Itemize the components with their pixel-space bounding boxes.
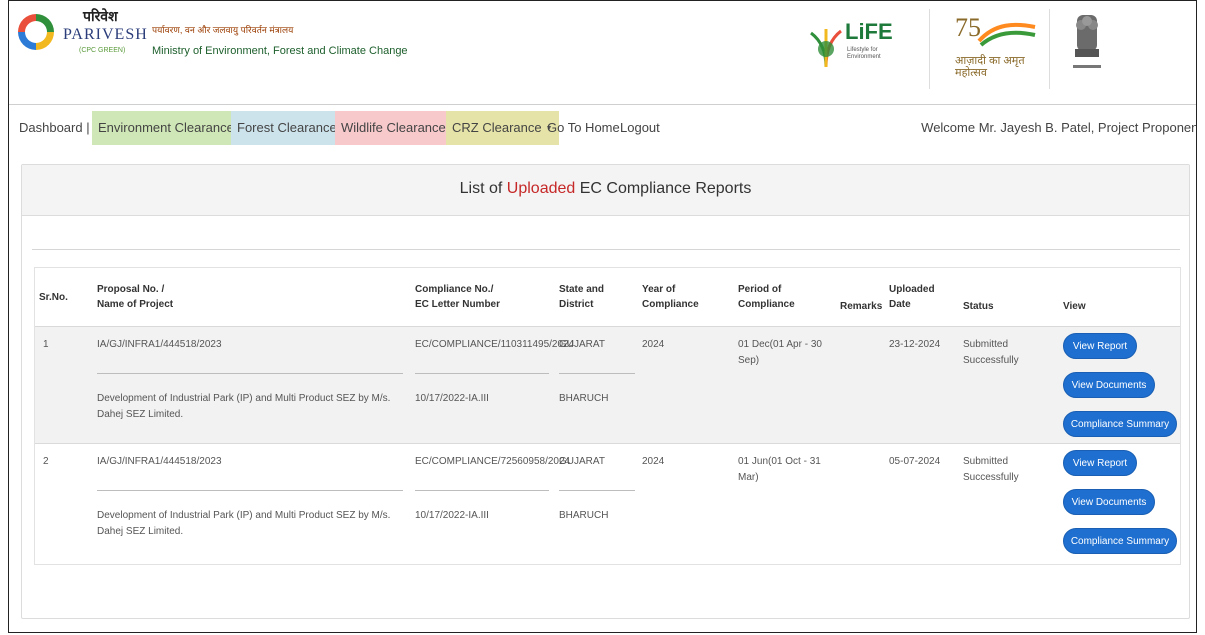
- site-header: परिवेश PARIVESH (CPC GREEN) पर्यावरण, वन…: [9, 1, 1196, 105]
- table-row: 2 IA/GJ/INFRA1/444518/2023 Development o…: [35, 444, 1180, 560]
- header-uploaded-date: Uploaded Date: [889, 284, 935, 310]
- nav-environment-clearance[interactable]: Environment Clearance▼: [92, 111, 251, 145]
- cell-srno: 1: [43, 339, 49, 350]
- cell-district: BHARUCH: [559, 393, 609, 404]
- header-proposal: Proposal No. / Name of Project: [97, 284, 174, 310]
- cell-proposal-no: IA/GJ/INFRA1/444518/2023: [97, 456, 222, 467]
- nav-go-to-home[interactable]: Go To Home: [547, 111, 620, 145]
- cell-uploaded-date: 23-12-2024: [889, 339, 941, 350]
- cell-period: 01 Dec(01 Apr - 30 Sep): [738, 339, 822, 366]
- nav-forest-label: Forest Clearance: [237, 120, 337, 135]
- nav-wildlife-label: Wildlife Clearance: [341, 120, 446, 135]
- cell-compliance-no: EC/COMPLIANCE/110311495/2024: [415, 339, 575, 350]
- divider: [32, 249, 1180, 250]
- panel-title-prefix: List of: [459, 180, 507, 197]
- cell-uploaded-date: 05-07-2024: [889, 456, 941, 467]
- ministry-name-hindi: पर्यावरण, वन और जलवायु परिवर्तन मंत्रालय: [152, 25, 294, 35]
- panel-title-suffix: EC Compliance Reports: [575, 180, 752, 197]
- cell-state: GUJARAT: [559, 339, 605, 350]
- compliance-summary-button[interactable]: Compliance Summary: [1063, 411, 1177, 437]
- cell-ec-letter: 10/17/2022-IA.III: [415, 393, 489, 404]
- nav-crz-clearance[interactable]: CRZ Clearance ▼: [446, 111, 559, 145]
- header-state-district: State and District: [559, 284, 605, 310]
- cell-separator: [559, 490, 635, 491]
- life-logo-text: LiFE: [845, 19, 893, 44]
- cell-year: 2024: [642, 339, 665, 350]
- logo-tagline: (CPC GREEN): [79, 47, 126, 54]
- welcome-user-text: Welcome Mr. Jayesh B. Patel, Project Pro…: [921, 120, 1197, 135]
- cell-year: 2024: [642, 456, 665, 467]
- cell-status: Submitted Successfully: [963, 339, 1019, 366]
- nav-environment-label: Environment Clearance: [98, 120, 234, 135]
- main-navbar: Dashboard | Environment Clearance▼ Fores…: [9, 111, 1196, 145]
- cell-ec-letter: 10/17/2022-IA.III: [415, 510, 489, 521]
- nav-logout[interactable]: Logout: [620, 111, 660, 145]
- life-logo: LiFE Lifestyle for Environment: [809, 19, 919, 79]
- header-status: Status: [963, 301, 994, 312]
- cell-separator: [97, 373, 403, 374]
- cell-compliance-no: EC/COMPLIANCE/72560958/2024: [415, 456, 571, 467]
- header-remarks: Remarks: [840, 301, 883, 312]
- table-row: 1 IA/GJ/INFRA1/444518/2023 Development o…: [35, 327, 1180, 443]
- header-year: Year of Compliance: [642, 284, 699, 310]
- header-period: Period of Compliance: [738, 284, 795, 310]
- cell-period: 01 Jun(01 Oct - 31 Mar): [738, 456, 821, 483]
- national-emblem-icon: [1073, 15, 1101, 68]
- nav-dashboard[interactable]: Dashboard |: [19, 111, 90, 145]
- cell-status: Submitted Successfully: [963, 456, 1019, 483]
- header-divider: [929, 9, 930, 89]
- logo-name[interactable]: PARIVESH: [63, 26, 148, 44]
- cell-srno: 2: [43, 456, 49, 467]
- cell-separator: [97, 490, 403, 491]
- header-compliance-no: Compliance No./EC Letter Number: [415, 284, 501, 310]
- view-report-button[interactable]: View Report: [1063, 333, 1137, 359]
- flag-swoosh-icon: [977, 22, 1036, 47]
- panel-title-highlight: Uploaded: [506, 180, 576, 197]
- cell-project-name: Development of Industrial Park (IP) and …: [97, 393, 391, 420]
- compliance-summary-button[interactable]: Compliance Summary: [1063, 528, 1177, 554]
- header-srno: Sr.No.: [39, 291, 68, 303]
- view-documents-button[interactable]: View Documents: [1063, 489, 1155, 515]
- view-documents-button[interactable]: View Documents: [1063, 372, 1155, 398]
- cell-separator: [559, 373, 635, 374]
- cell-separator: [415, 373, 549, 374]
- ministry-name-english: Ministry of Environment, Forest and Clim…: [152, 45, 408, 57]
- nav-wildlife-clearance[interactable]: Wildlife Clearance▼: [335, 111, 463, 145]
- parivesh-logo-icon[interactable]: [18, 14, 54, 50]
- view-report-button[interactable]: View Report: [1063, 450, 1137, 476]
- header-divider: [1049, 9, 1050, 89]
- compliance-reports-table: Sr.No. Proposal No. / Name of Project Com…: [34, 267, 1181, 565]
- header-view: View: [1063, 301, 1086, 312]
- cell-separator: [415, 490, 549, 491]
- leaf-icon: [810, 29, 842, 68]
- cell-state: GUJARAT: [559, 456, 605, 467]
- national-emblem: [1067, 9, 1107, 81]
- life-tagline: Lifestyle for Environment: [847, 47, 881, 60]
- azadi-amrit-mahotsav-logo: 75 आज़ादी का अमृत महोत्सव: [949, 9, 1039, 89]
- cell-project-name: Development of Industrial Park (IP) and …: [97, 510, 391, 537]
- cell-district: BHARUCH: [559, 510, 609, 521]
- compliance-reports-panel: List of Uploaded EC Compliance Reports S…: [21, 164, 1190, 619]
- app-frame: परिवेश PARIVESH (CPC GREEN) पर्यावरण, वन…: [8, 0, 1197, 633]
- cell-proposal-no: IA/GJ/INFRA1/444518/2023: [97, 339, 222, 350]
- azadi-text: आज़ादी का अमृत महोत्सव: [955, 55, 1025, 79]
- logo-hindi-text: परिवेश: [83, 8, 118, 24]
- nav-crz-label: CRZ Clearance: [452, 120, 542, 135]
- panel-title: List of Uploaded EC Compliance Reports: [22, 165, 1189, 216]
